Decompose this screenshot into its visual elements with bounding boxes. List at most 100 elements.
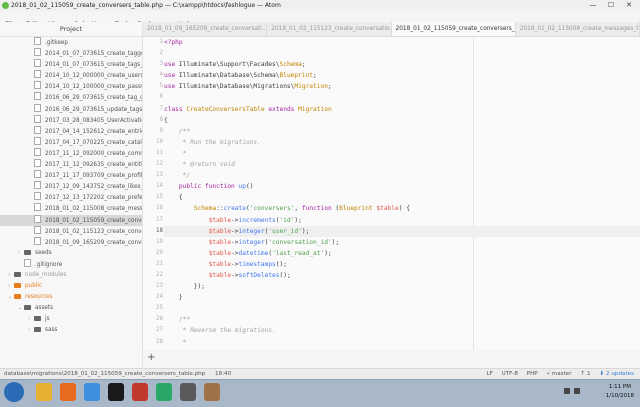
code-token — [164, 239, 209, 246]
code-token: -> — [231, 261, 238, 268]
tree-file[interactable]: 2018_01_09_165209_create_conve — [0, 237, 142, 248]
tree-file[interactable]: 2017_11_12_092635_create_entitie — [0, 159, 142, 170]
code-line[interactable]: { — [164, 192, 640, 203]
tree-file[interactable]: 2014_01_07_073615_create_tags_ta — [0, 59, 142, 70]
tree-file[interactable]: 2018_01_02_115008_create_messa — [0, 203, 142, 214]
tree-file[interactable]: 2014_10_12_100000_create_passw — [0, 81, 142, 92]
code-line[interactable]: $table->integer('conversation_id'); — [164, 237, 640, 248]
code-line[interactable]: $table->integer('user_id'); — [164, 226, 640, 237]
tree-file[interactable]: 2017_03_28_083405_UserActivatio — [0, 115, 142, 126]
code-token: , — [294, 205, 301, 212]
code-token: integer — [239, 228, 265, 235]
code-line[interactable] — [164, 48, 640, 59]
tree-file[interactable]: 2018_01_02_115123_create_conve — [0, 226, 142, 237]
tree-file[interactable]: .gitkeep — [0, 37, 142, 48]
encoding[interactable]: UTF-8 — [502, 371, 518, 377]
tab-2[interactable]: 2018_01_02_115123_create_conversatio... — [267, 22, 391, 36]
tree-folder[interactable]: ⌄assets — [0, 303, 142, 314]
code-line[interactable]: /** — [164, 314, 640, 325]
tree-folder[interactable]: ›node_modules — [0, 270, 142, 281]
line-number: 16 — [143, 203, 163, 214]
folder-icon — [24, 305, 31, 310]
tree-file[interactable]: 2014_10_12_000000_create_users_ — [0, 70, 142, 81]
code-line[interactable]: * Run the migrations. — [164, 137, 640, 148]
code-line[interactable]: public function up() — [164, 181, 640, 192]
code-line[interactable]: * — [164, 148, 640, 159]
tree-item-label: 2018_01_09_165209_create_conve — [45, 240, 142, 246]
clock[interactable]: 1:11 PM 1/10/2018 — [606, 383, 634, 401]
file-path[interactable]: database\migrations\2018_01_02_115059_cr… — [4, 371, 205, 377]
maximize-button[interactable]: ☐ — [602, 0, 620, 11]
tree-folder[interactable]: ›sass — [0, 325, 142, 336]
tab-4[interactable]: 2018_01_02_115008_create_messages_tab... — [516, 22, 640, 36]
code-line[interactable]: * Reverse the migrations. — [164, 325, 640, 336]
code-line[interactable] — [164, 92, 640, 103]
code-line[interactable]: $table->timestamps(); — [164, 259, 640, 270]
code-line[interactable]: * — [164, 337, 640, 348]
tree-folder[interactable]: ›public — [0, 281, 142, 292]
tree-file[interactable]: 2017_04_14_152612_create_entrie — [0, 126, 142, 137]
git-branch[interactable]: master — [552, 371, 572, 377]
tab-active[interactable]: 2018_01_02_115059_create_conversers_ta..… — [392, 22, 516, 36]
code-line[interactable]: $table->datetime('last_read_at'); — [164, 248, 640, 259]
tree-file[interactable]: 2018_01_02_115059_create_conve — [0, 215, 142, 226]
tree-file[interactable]: 2016_06_29_073615_create_tag_gr — [0, 92, 142, 103]
firefox-icon[interactable] — [60, 383, 76, 401]
network-icon[interactable] — [564, 388, 570, 394]
app-7-icon[interactable] — [180, 383, 196, 401]
start-button[interactable] — [4, 382, 24, 402]
code-token: use — [164, 61, 179, 68]
code-token: up — [239, 183, 246, 190]
app-8-icon[interactable] — [204, 383, 220, 401]
tree-file[interactable]: .gitignore — [0, 259, 142, 270]
code-token: Schema — [280, 61, 302, 68]
cursor-position[interactable]: 18:40 — [215, 371, 231, 377]
updates-link[interactable]: 2 updates — [606, 371, 634, 377]
tree-file[interactable]: 2017_12_09_143752_create_likes_t — [0, 181, 142, 192]
tab-1[interactable]: 2018_01_09_165209_create_conversati... — [143, 22, 267, 36]
new-tab-button[interactable]: + — [147, 353, 155, 363]
code-line[interactable]: Schema::create('conversers', function (B… — [164, 203, 640, 214]
tree-folder[interactable]: ›js — [0, 314, 142, 325]
code-line[interactable]: /** — [164, 126, 640, 137]
line-ending[interactable]: LF — [486, 371, 492, 377]
code-line[interactable]: use Illuminate\Database\Migrations\Migra… — [164, 81, 640, 92]
grammar[interactable]: PHP — [527, 371, 538, 377]
code-line[interactable]: use Illuminate\Support\Facades\Schema; — [164, 59, 640, 70]
volume-icon[interactable] — [574, 388, 580, 394]
code-line[interactable]: <?php — [164, 37, 640, 48]
minimize-button[interactable]: — — [584, 0, 602, 11]
tree-file[interactable]: 2017_04_17_070225_create_catalo — [0, 137, 142, 148]
file-explorer-icon[interactable] — [36, 383, 52, 401]
code-line[interactable]: }); — [164, 281, 640, 292]
code-line[interactable]: * @return void — [164, 159, 640, 170]
tree-file[interactable]: 2017_11_12_092000_create_comm — [0, 148, 142, 159]
code-lines[interactable]: <?php use Illuminate\Support\Facades\Sch… — [164, 37, 640, 350]
line-number: 24 — [143, 292, 163, 303]
atom-icon[interactable] — [156, 383, 172, 401]
line-number: 2 — [143, 48, 163, 59]
code-line[interactable]: } — [164, 292, 640, 303]
code-line[interactable] — [164, 303, 640, 314]
tree-file[interactable]: 2017_11_17_093709_create_profile — [0, 170, 142, 181]
code-line[interactable]: $table->softDeletes(); — [164, 270, 640, 281]
close-button[interactable]: ✕ — [620, 0, 638, 11]
tree-folder[interactable]: ⌄resources — [0, 292, 142, 303]
tree-file[interactable]: 2014_01_07_073615_create_tagged_ — [0, 48, 142, 59]
git-branch-icon: ⑂ — [546, 371, 549, 377]
code-token — [164, 250, 209, 257]
tree-folder[interactable]: ›seeds — [0, 248, 142, 259]
code-line[interactable]: $table->increments('id'); — [164, 215, 640, 226]
code-line[interactable]: class CreateConversersTable extends Migr… — [164, 104, 640, 115]
git-gui-icon[interactable] — [132, 383, 148, 401]
code-line[interactable]: * @return void — [164, 348, 640, 350]
git-ahead-count[interactable]: 1 — [587, 371, 591, 377]
chrome-icon[interactable] — [84, 383, 100, 401]
tree-file[interactable]: 2017_12_13_172202_create_prefer — [0, 192, 142, 203]
code-line[interactable]: */ — [164, 170, 640, 181]
tree-file[interactable]: 2016_06_29_073615_update_tags_ — [0, 104, 142, 115]
code-editor[interactable]: 1234567891011121314151617181920212223242… — [143, 37, 640, 350]
code-line[interactable]: use Illuminate\Database\Schema\Blueprint… — [164, 70, 640, 81]
code-line[interactable]: { — [164, 115, 640, 126]
terminal-icon[interactable] — [108, 383, 124, 401]
